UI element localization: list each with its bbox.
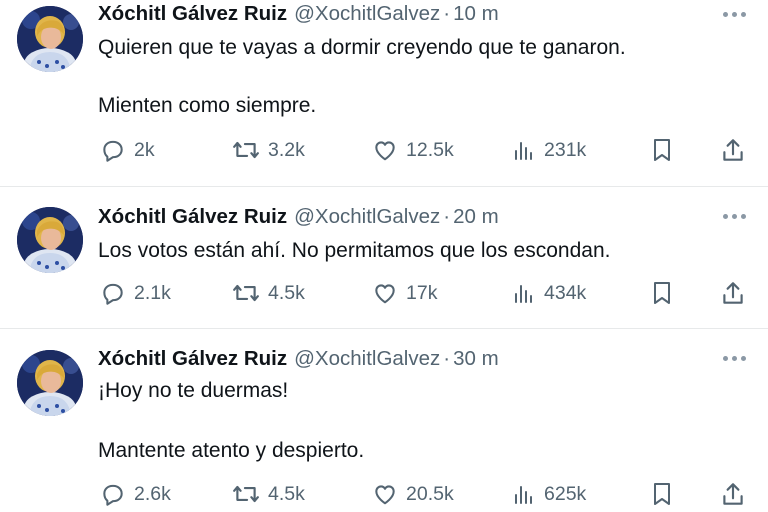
tweet-text: Mantente atento y despierto. [98, 439, 365, 462]
separator-dot: · [443, 205, 451, 228]
repost-count: 4.5k [268, 281, 305, 304]
avatar-image [17, 207, 83, 273]
share-upload-icon [723, 483, 743, 505]
repost-arrows-icon [233, 485, 259, 503]
views-bar-chart-icon [515, 142, 532, 160]
like-button[interactable]: 20.5k [372, 479, 454, 509]
author-name[interactable]: Xóchitl Gálvez Ruiz [98, 205, 287, 228]
repost-button[interactable]: 3.2k [232, 135, 305, 165]
view-count: 625k [544, 482, 587, 505]
views-button[interactable]: 625k [512, 479, 586, 509]
like-count: 17k [406, 281, 438, 304]
timestamp[interactable]: 20 m [453, 205, 499, 228]
more-options-icon[interactable] [722, 355, 748, 363]
avatar[interactable] [17, 207, 83, 273]
like-button[interactable]: 12.5k [372, 135, 454, 165]
repost-arrows-icon [233, 141, 259, 159]
tweet[interactable]: Xóchitl Gálvez Ruiz @XochitlGalvez · 20 m L… [0, 187, 768, 328]
tweet-actions: 2.1k 4.5k 17k 434k [0, 278, 768, 308]
bookmark-button[interactable] [650, 479, 674, 509]
share-button[interactable] [720, 278, 746, 308]
reply-bubble-icon [103, 140, 123, 162]
more-options-icon[interactable] [722, 11, 748, 19]
repost-count: 4.5k [268, 482, 305, 505]
repost-button[interactable]: 4.5k [232, 278, 305, 308]
author-name[interactable]: Xóchitl Gálvez Ruiz [98, 347, 287, 370]
reply-count: 2k [134, 138, 155, 161]
avatar-image [17, 350, 83, 416]
view-count: 434k [544, 281, 587, 304]
reply-count: 2.6k [134, 482, 171, 505]
separator-dot: · [443, 2, 451, 25]
author-name[interactable]: Xóchitl Gálvez Ruiz [98, 2, 287, 25]
timestamp[interactable]: 10 m [453, 2, 499, 25]
avatar[interactable] [17, 6, 83, 72]
share-upload-icon [723, 282, 743, 304]
tweet-text: ¡Hoy no te duermas! [98, 379, 289, 402]
views-button[interactable]: 434k [512, 278, 586, 308]
bookmark-icon [654, 483, 670, 505]
bookmark-button[interactable] [650, 278, 674, 308]
author-handle[interactable]: @XochitlGalvez [294, 205, 440, 228]
more-options-icon[interactable] [722, 213, 748, 221]
heart-icon [375, 141, 395, 161]
timestamp[interactable]: 30 m [453, 347, 499, 370]
share-button[interactable] [720, 479, 746, 509]
bookmark-button[interactable] [650, 135, 674, 165]
tweet[interactable]: Xóchitl Gálvez Ruiz @XochitlGalvez · 30 m ¡… [0, 329, 768, 512]
author-handle[interactable]: @XochitlGalvez [294, 347, 440, 370]
tweet-actions: 2k 3.2k 12.5k 231k [0, 135, 768, 165]
reply-button[interactable]: 2.6k [100, 479, 171, 509]
author-handle[interactable]: @XochitlGalvez [294, 2, 440, 25]
avatar-image [17, 6, 83, 72]
timeline-feed: Xóchitl Gálvez Ruiz @XochitlGalvez · 10 m Q… [0, 0, 768, 512]
reply-bubble-icon [103, 484, 123, 506]
bookmark-icon [654, 282, 670, 304]
share-button[interactable] [720, 135, 746, 165]
bookmark-icon [654, 139, 670, 161]
like-count: 20.5k [406, 482, 454, 505]
separator-dot: · [443, 347, 451, 370]
reply-button[interactable]: 2.1k [100, 278, 171, 308]
views-bar-chart-icon [515, 285, 532, 303]
tweet-header: Xóchitl Gálvez Ruiz @XochitlGalvez · 10 m [98, 1, 499, 27]
repost-arrows-icon [233, 284, 259, 302]
tweet-actions: 2.6k 4.5k 20.5k 625k [0, 479, 768, 509]
like-count: 12.5k [406, 138, 454, 161]
tweet[interactable]: Xóchitl Gálvez Ruiz @XochitlGalvez · 10 m Q… [0, 0, 768, 186]
like-button[interactable]: 17k [372, 278, 437, 308]
view-count: 231k [544, 138, 587, 161]
reply-button[interactable]: 2k [100, 135, 155, 165]
tweet-text: Mienten como siempre. [98, 94, 317, 117]
tweet-text: Quieren que te vayas a dormir creyendo q… [98, 36, 626, 59]
heart-icon [375, 284, 395, 304]
tweet-text: Los votos están ahí. No permitamos que l… [98, 239, 611, 262]
views-bar-chart-icon [515, 486, 532, 504]
tweet-header: Xóchitl Gálvez Ruiz @XochitlGalvez · 30 m [98, 346, 499, 372]
heart-icon [375, 485, 395, 505]
avatar[interactable] [17, 350, 83, 416]
repost-count: 3.2k [268, 138, 305, 161]
share-upload-icon [723, 139, 743, 161]
reply-count: 2.1k [134, 281, 171, 304]
views-button[interactable]: 231k [512, 135, 586, 165]
tweet-header: Xóchitl Gálvez Ruiz @XochitlGalvez · 20 m [98, 204, 499, 230]
reply-bubble-icon [103, 283, 123, 305]
repost-button[interactable]: 4.5k [232, 479, 305, 509]
